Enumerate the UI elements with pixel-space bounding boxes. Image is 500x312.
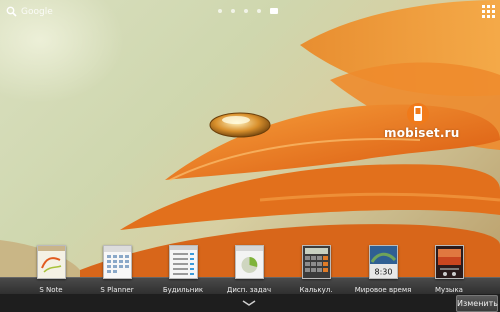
task-manager-widget-icon xyxy=(234,245,264,279)
widget-label: Калькул. xyxy=(299,286,333,294)
world-clock-widget-icon: 8:30 xyxy=(368,245,398,279)
widget-s-planner[interactable]: S Planner xyxy=(82,245,152,294)
home-screen: Google mobiset.ru S Note S Planner Будил… xyxy=(0,0,500,312)
edit-button[interactable]: Изменить xyxy=(456,295,498,312)
page-dot[interactable] xyxy=(231,9,235,13)
s-note-widget-icon xyxy=(36,245,66,279)
watermark-text: mobiset.ru xyxy=(384,126,460,140)
world-clock-time: 8:30 xyxy=(374,268,392,277)
search-label: Google xyxy=(21,6,53,17)
apps-grid-icon[interactable] xyxy=(482,5,495,18)
watermark-logo-icon xyxy=(407,103,429,125)
widget-label: Музыка xyxy=(435,286,463,294)
widget-task-manager[interactable]: Дисп. задач xyxy=(214,245,284,294)
music-widget-icon xyxy=(434,245,464,279)
widget-s-note[interactable]: S Note xyxy=(16,245,86,294)
page-indicator[interactable] xyxy=(218,8,278,14)
search-icon xyxy=(6,6,17,17)
widget-music[interactable]: Музыка xyxy=(414,245,484,294)
widget-alarm[interactable]: Будильник xyxy=(148,245,218,294)
calculator-widget-icon xyxy=(301,245,331,279)
widget-label: Дисп. задач xyxy=(226,286,272,294)
widget-world-clock[interactable]: 8:30 Мировое время xyxy=(348,245,418,294)
widget-label: Будильник xyxy=(162,286,204,294)
alarm-widget-icon xyxy=(168,245,198,279)
widget-label: Мировое время xyxy=(354,286,412,294)
watermark: mobiset.ru xyxy=(384,100,466,146)
page-dot[interactable] xyxy=(218,9,222,13)
page-dot[interactable] xyxy=(257,9,261,13)
page-dot-active[interactable] xyxy=(270,8,278,14)
google-search-bar[interactable]: Google xyxy=(6,6,53,17)
widget-calculator[interactable]: Калькул. xyxy=(281,245,351,294)
widget-label: S Note xyxy=(39,286,63,294)
page-dot[interactable] xyxy=(244,9,248,13)
s-planner-widget-icon xyxy=(102,245,132,279)
chevron-down-icon[interactable] xyxy=(241,299,257,307)
widget-label: S Planner xyxy=(100,286,134,294)
